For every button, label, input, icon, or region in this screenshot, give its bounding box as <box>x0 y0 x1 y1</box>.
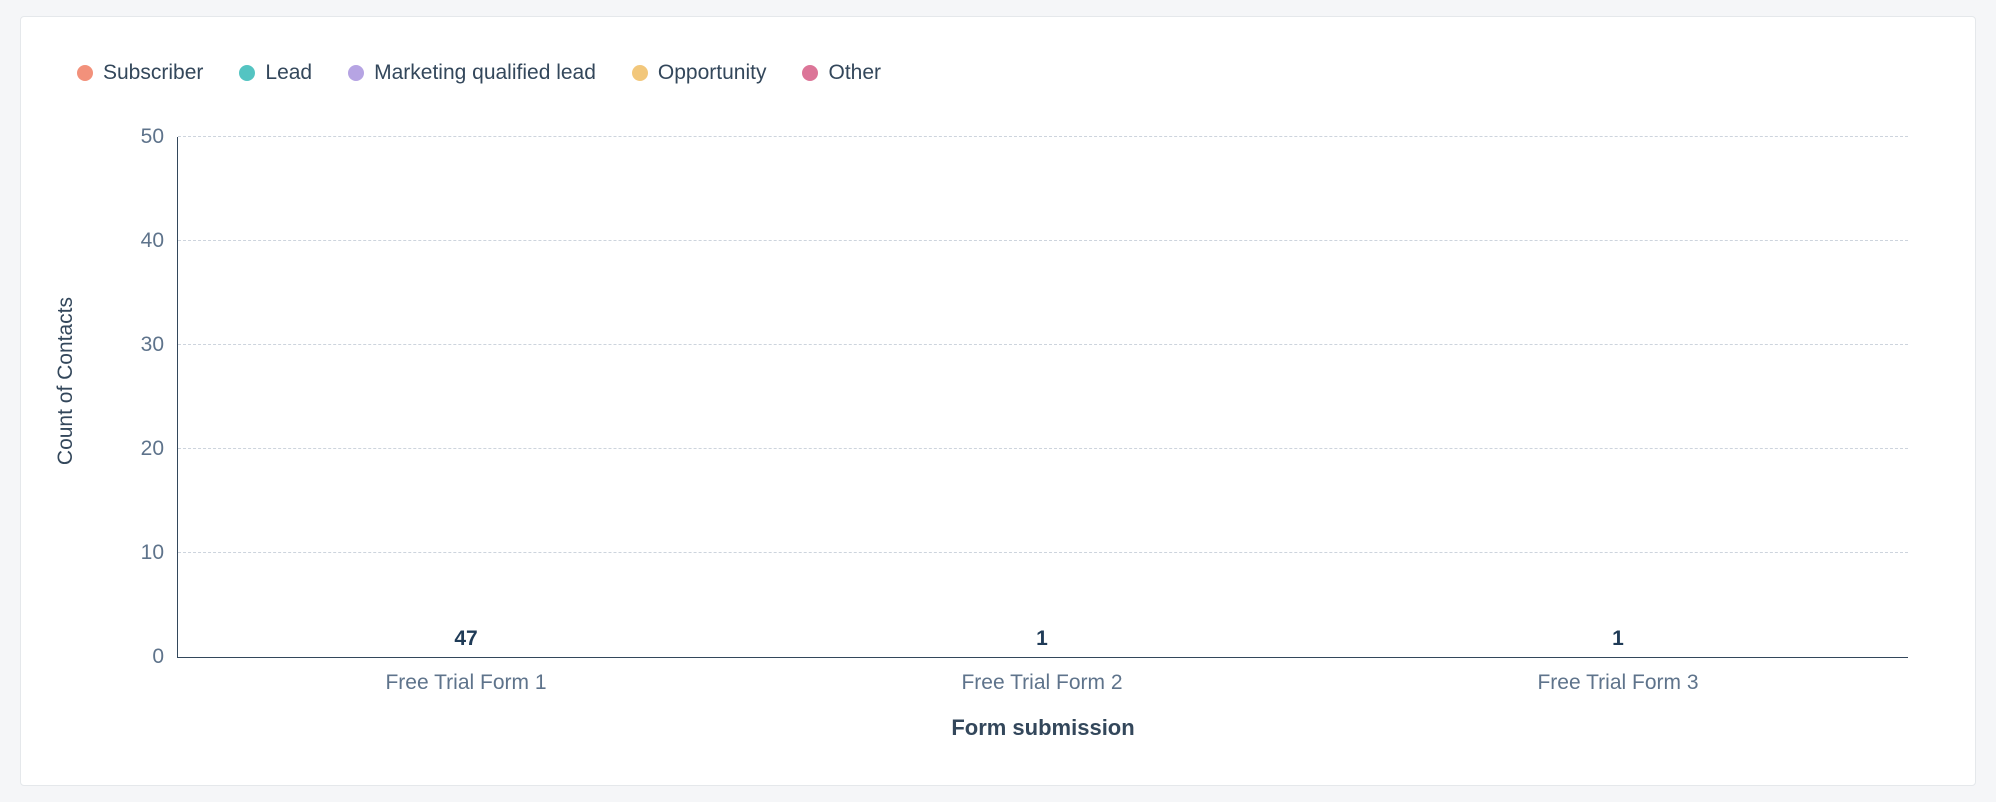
swatch-lead-icon <box>239 65 255 81</box>
value-label: 1 <box>1612 627 1624 651</box>
x-tick: Free Trial Form 3 <box>1537 671 1698 695</box>
legend-item-lead[interactable]: Lead <box>239 61 312 85</box>
bar-group: 1 Free Trial Form 3 <box>1330 137 1906 657</box>
swatch-opportunity-icon <box>632 65 648 81</box>
y-tick: 20 <box>141 437 164 461</box>
x-tick: Free Trial Form 2 <box>961 671 1122 695</box>
y-axis-title: Count of Contacts <box>54 297 78 465</box>
legend-item-subscriber[interactable]: Subscriber <box>77 61 203 85</box>
legend-item-other[interactable]: Other <box>802 61 881 85</box>
y-tick: 10 <box>141 541 164 565</box>
bar-group: 47 Free Trial Form 1 <box>178 137 754 657</box>
legend-label: Lead <box>265 61 312 85</box>
y-tick: 30 <box>141 333 164 357</box>
x-tick: Free Trial Form 1 <box>385 671 546 695</box>
legend-label: Other <box>828 61 881 85</box>
y-tick: 40 <box>141 229 164 253</box>
swatch-other-icon <box>802 65 818 81</box>
y-tick: 50 <box>141 125 164 149</box>
swatch-mql-icon <box>348 65 364 81</box>
x-axis-title: Form submission <box>951 715 1134 741</box>
value-label: 1 <box>1036 627 1048 651</box>
legend-item-mql[interactable]: Marketing qualified lead <box>348 61 596 85</box>
plot-area: 0 10 20 30 40 50 Count of Contacts 47 Fr… <box>177 137 1908 658</box>
legend-label: Subscriber <box>103 61 203 85</box>
legend: Subscriber Lead Marketing qualified lead… <box>77 61 881 85</box>
legend-label: Opportunity <box>658 61 767 85</box>
legend-item-opportunity[interactable]: Opportunity <box>632 61 767 85</box>
chart-card: Subscriber Lead Marketing qualified lead… <box>20 16 1976 786</box>
legend-label: Marketing qualified lead <box>374 61 596 85</box>
bar-group: 1 Free Trial Form 2 <box>754 137 1330 657</box>
y-tick: 0 <box>152 645 164 669</box>
swatch-subscriber-icon <box>77 65 93 81</box>
value-label: 47 <box>454 627 477 651</box>
